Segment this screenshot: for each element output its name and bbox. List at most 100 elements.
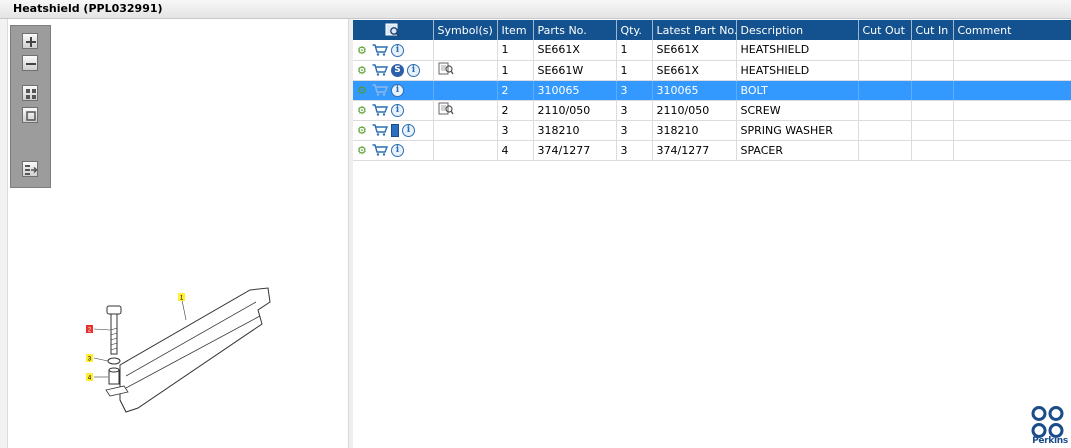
grid-view-icon: [26, 89, 36, 99]
grid-view-button[interactable]: [22, 85, 38, 101]
parts-grid: Symbol(s) Item Parts No. Qty. Latest Par…: [353, 20, 1071, 161]
parts-table: Symbol(s) Item Parts No. Qty. Latest Par…: [353, 20, 1071, 161]
table-row[interactable]: ⚙ i 2 2110/050 3 2110/050 SCREW: [353, 100, 1071, 121]
qty-cell: 3: [616, 120, 653, 141]
cut-in-cell: [911, 60, 954, 81]
cart-icon[interactable]: [372, 84, 388, 96]
cut-out-cell: [858, 60, 912, 81]
cut-in-cell: [911, 120, 954, 141]
latest-part-no-cell[interactable]: 374/1277: [652, 140, 737, 161]
app-window: Heatshield (PPL032991) 1 2 3 4 Symbol(s)…: [0, 0, 1071, 448]
qty-cell: 1: [616, 40, 653, 61]
zoom-in-button[interactable]: [22, 33, 38, 49]
comment-cell: [953, 40, 1071, 61]
comment-cell: [953, 100, 1071, 121]
header-qty[interactable]: Qty.: [616, 20, 653, 40]
table-header-row: Symbol(s) Item Parts No. Qty. Latest Par…: [353, 20, 1071, 40]
supersession-icon[interactable]: S: [391, 63, 404, 77]
book-icon[interactable]: [391, 123, 399, 137]
qty-cell: 1: [616, 60, 653, 81]
zoom-out-icon: [26, 63, 36, 65]
header-latest-part-no[interactable]: Latest Part No.: [652, 20, 737, 40]
viewer-toolbar: [10, 25, 51, 188]
info-icon[interactable]: i: [391, 43, 404, 57]
table-row[interactable]: ⚙ i 3 318210 3 318210 SPRING WASHER: [353, 120, 1071, 141]
description-cell: SCREW: [736, 100, 859, 121]
header-cut-out[interactable]: Cut Out: [858, 20, 912, 40]
header-item[interactable]: Item: [497, 20, 534, 40]
description-cell: SPACER: [736, 140, 859, 161]
info-icon[interactable]: i: [391, 83, 404, 97]
info-icon[interactable]: i: [391, 103, 404, 117]
cut-in-cell: [911, 40, 954, 61]
header-search-cell[interactable]: [353, 20, 434, 40]
qty-cell: 3: [616, 80, 653, 101]
info-icon[interactable]: i: [391, 143, 404, 157]
header-description[interactable]: Description: [736, 20, 859, 40]
fit-page-button[interactable]: [22, 107, 38, 123]
item-cell: 3: [497, 120, 534, 141]
cart-icon[interactable]: [372, 44, 388, 56]
gear-icon[interactable]: ⚙: [357, 124, 369, 137]
row-actions-cell: ⚙ i: [353, 80, 434, 101]
cart-icon[interactable]: [372, 64, 388, 76]
cut-out-cell: [858, 40, 912, 61]
description-cell: SPRING WASHER: [736, 120, 859, 141]
perkins-logo-text: Perkins: [1032, 436, 1068, 446]
item-cell: 2: [497, 80, 534, 101]
parts-no-cell[interactable]: 374/1277: [533, 140, 617, 161]
cut-in-cell: [911, 80, 954, 101]
cart-icon[interactable]: [372, 104, 388, 116]
info-icon[interactable]: i: [402, 123, 415, 137]
info-icon[interactable]: i: [407, 63, 420, 77]
header-parts-no[interactable]: Parts No.: [533, 20, 617, 40]
document-view-icon[interactable]: [438, 62, 454, 75]
parts-no-cell[interactable]: SE661X: [533, 40, 617, 61]
left-edge-strip: [0, 19, 8, 448]
cart-icon[interactable]: [372, 124, 388, 136]
qty-cell: 3: [616, 140, 653, 161]
row-actions-cell: ⚙ Si: [353, 60, 434, 81]
latest-part-no-cell[interactable]: SE661X: [652, 60, 737, 81]
window-title: Heatshield (PPL032991): [0, 0, 1071, 19]
gear-icon[interactable]: ⚙: [357, 84, 369, 97]
row-actions-cell: ⚙ i: [353, 40, 434, 61]
symbols-cell: [433, 40, 498, 61]
parts-no-cell[interactable]: 318210: [533, 120, 617, 141]
latest-part-no-cell[interactable]: 2110/050: [652, 100, 737, 121]
latest-part-no-cell[interactable]: SE661X: [652, 40, 737, 61]
item-cell: 1: [497, 40, 534, 61]
table-row[interactable]: ⚙ Si 1 SE661W 1 SE661X HEATSHIELD: [353, 60, 1071, 81]
parts-search-icon: [385, 23, 400, 37]
description-cell: HEATSHIELD: [736, 40, 859, 61]
latest-part-no-cell[interactable]: 318210: [652, 120, 737, 141]
symbols-cell: [433, 80, 498, 101]
gear-icon[interactable]: ⚙: [357, 104, 369, 117]
table-row[interactable]: ⚙ i 2 310065 3 310065 BOLT: [353, 80, 1071, 101]
gear-icon[interactable]: ⚙: [357, 44, 369, 57]
item-cell: 1: [497, 60, 534, 81]
parts-no-cell[interactable]: 2110/050: [533, 100, 617, 121]
description-cell: HEATSHIELD: [736, 60, 859, 81]
gear-icon[interactable]: ⚙: [357, 144, 369, 157]
table-row[interactable]: ⚙ i 4 374/1277 3 374/1277 SPACER: [353, 140, 1071, 161]
row-actions-cell: ⚙ i: [353, 100, 434, 121]
symbols-cell: [433, 100, 498, 121]
washer-drawing: [107, 357, 121, 365]
export-button[interactable]: [22, 161, 38, 177]
table-row[interactable]: ⚙ i 1 SE661X 1 SE661X HEATSHIELD: [353, 40, 1071, 61]
latest-part-no-cell[interactable]: 310065: [652, 80, 737, 101]
header-comment[interactable]: Comment: [953, 20, 1071, 40]
item-cell: 4: [497, 140, 534, 161]
document-view-icon[interactable]: [438, 102, 454, 115]
header-cut-in[interactable]: Cut In: [911, 20, 954, 40]
header-symbols[interactable]: Symbol(s): [433, 20, 498, 40]
zoom-out-button[interactable]: [22, 55, 38, 71]
comment-cell: [953, 140, 1071, 161]
parts-no-cell[interactable]: 310065: [533, 80, 617, 101]
gear-icon[interactable]: ⚙: [357, 64, 369, 77]
cart-icon[interactable]: [372, 144, 388, 156]
parts-no-cell[interactable]: SE661W: [533, 60, 617, 81]
comment-cell: [953, 80, 1071, 101]
cut-in-cell: [911, 140, 954, 161]
